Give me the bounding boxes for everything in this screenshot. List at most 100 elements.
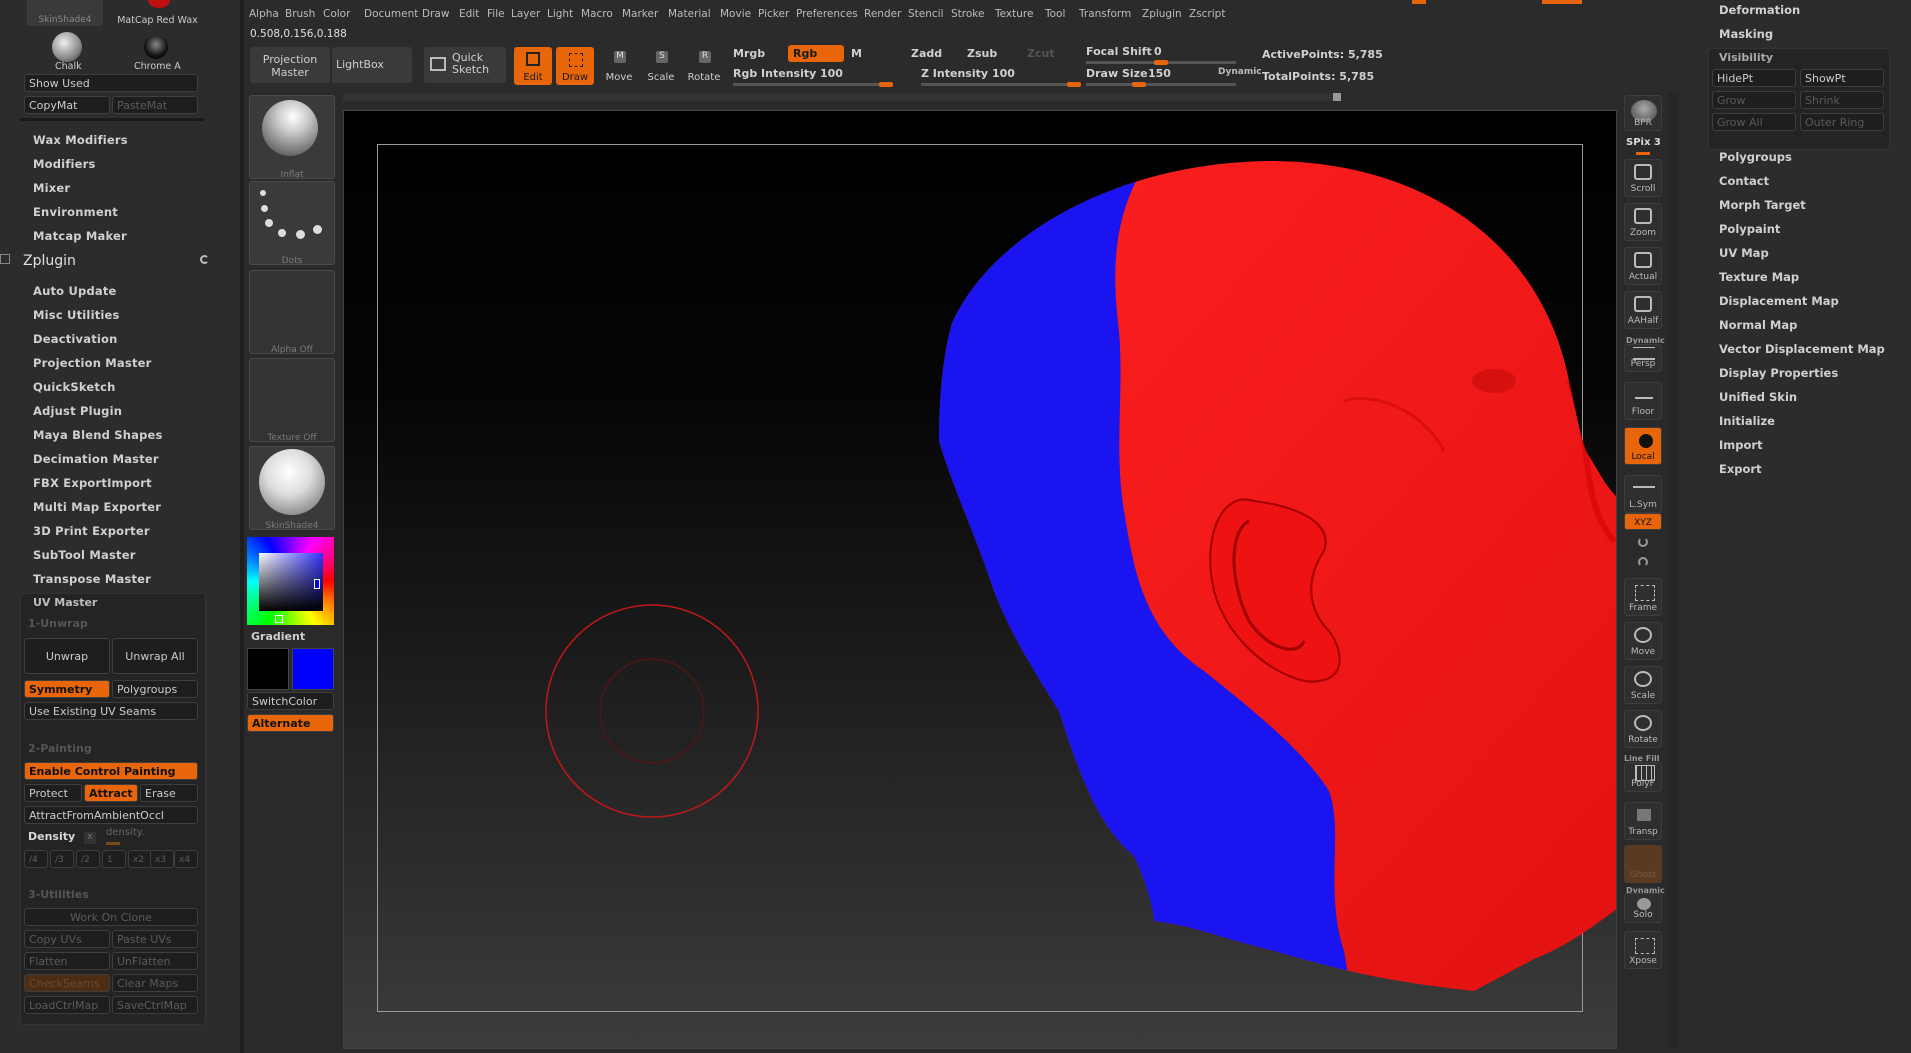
zsub-button[interactable]: Zsub [967,47,997,60]
menu-polypaint[interactable]: Polypaint [1719,222,1780,236]
menu-subtool-master[interactable]: SubTool Master [33,548,136,562]
spix-label[interactable]: SPix 3 [1626,137,1661,148]
menu-multi-map-exporter[interactable]: Multi Map Exporter [33,500,161,514]
draw-button[interactable]: Draw [556,47,594,85]
solo-button[interactable]: Solo [1624,893,1662,923]
menu-stencil[interactable]: Stencil [908,8,944,20]
work-on-clone-button[interactable]: Work On Clone [24,908,198,926]
menu-projection-master[interactable]: Projection Master [33,356,152,370]
menu-color[interactable]: Color [323,8,350,20]
menu-uv-map[interactable]: UV Map [1719,246,1769,260]
density-x2[interactable]: x2 [128,850,152,868]
density-x3[interactable]: x3 [150,850,174,868]
menu-displacement-map[interactable]: Displacement Map [1719,294,1839,308]
lightbox-button[interactable]: LightBox [332,47,412,83]
rotate-button[interactable]: R Rotate [685,47,723,85]
polygroups-toggle[interactable]: Polygroups [112,680,198,698]
transp-button[interactable]: Transp [1624,802,1662,840]
scroll-button[interactable]: Scroll [1624,159,1662,197]
menu-tool[interactable]: Tool [1045,8,1065,20]
menu-picker[interactable]: Picker [758,8,789,20]
menu-auto-update[interactable]: Auto Update [33,284,117,298]
frame-button[interactable]: Frame [1624,578,1662,616]
rgb-button[interactable]: Rgb [788,45,844,62]
menu-quicksketch[interactable]: QuickSketch [33,380,116,394]
floor-button[interactable]: Floor [1624,382,1662,420]
checkseams-button[interactable]: CheckSeams [24,974,110,992]
chrome-material-icon[interactable] [144,35,168,59]
rotate-view-button[interactable]: Rotate [1624,710,1662,748]
quick-sketch-button[interactable]: Quick Sketch [424,47,506,83]
focal-shift-slider[interactable] [1086,60,1236,65]
ghost-button[interactable]: Ghost [1624,845,1662,883]
bpr-button[interactable]: BPR [1624,95,1662,131]
local-button[interactable]: Local [1624,427,1662,465]
rgb-intensity-slider[interactable] [733,82,893,87]
tray-separator[interactable] [1668,92,1678,1047]
menu-contact[interactable]: Contact [1719,174,1769,188]
density-slider-knob[interactable] [106,842,120,845]
density-third[interactable]: /3 [50,850,74,868]
hidept-button[interactable]: HidePt [1712,69,1796,87]
m-button[interactable]: M [851,47,862,60]
menu-deformation[interactable]: Deformation [1719,3,1800,17]
grow-all-button[interactable]: Grow All [1712,113,1796,131]
load-ctrl-map-button[interactable]: LoadCtrlMap [24,996,110,1014]
material-thumbnail[interactable]: SkinShade4 [249,446,335,531]
menu-modifiers[interactable]: Modifiers [33,157,96,171]
menu-unified-skin[interactable]: Unified Skin [1719,390,1797,404]
menu-masking[interactable]: Masking [1719,27,1773,41]
hue-cursor[interactable] [314,579,320,589]
zadd-button[interactable]: Zadd [911,47,942,60]
head-model-svg[interactable] [344,111,1616,1048]
menu-mixer[interactable]: Mixer [33,181,70,195]
erase-button[interactable]: Erase [140,784,198,802]
save-ctrl-map-button[interactable]: SaveCtrlMap [112,996,198,1014]
lsym-button[interactable]: L.Sym [1624,475,1662,513]
menu-decimation-master[interactable]: Decimation Master [33,452,159,466]
menu-zplugin[interactable]: Zplugin [1142,8,1182,20]
secondary-color-swatch[interactable] [292,648,334,690]
menu-texture[interactable]: Texture [995,8,1033,20]
material-thumb-redwax[interactable]: MatCap Red Wax [110,0,205,26]
copymat-button[interactable]: CopyMat [24,96,110,114]
alpha-thumbnail[interactable]: Alpha Off [249,270,335,355]
menu-environment[interactable]: Environment [33,205,118,219]
refresh-icon[interactable] [200,255,209,264]
menu-vector-displacement-map[interactable]: Vector Displacement Map [1719,342,1885,356]
use-existing-seams-toggle[interactable]: Use Existing UV Seams [24,702,198,720]
visibility-title[interactable]: Visibility [1719,51,1773,64]
outer-ring-button[interactable]: Outer Ring [1800,113,1884,131]
slider-knob[interactable] [879,82,893,87]
zcut-button[interactable]: Zcut [1027,47,1055,60]
menu-misc-utilities[interactable]: Misc Utilities [33,308,120,322]
enable-control-painting-toggle[interactable]: Enable Control Painting [24,762,198,780]
main-color-swatch[interactable] [247,648,289,690]
menu-layer[interactable]: Layer [511,8,540,20]
brush-thumbnail[interactable]: Inflat [249,95,335,180]
uv-master-title[interactable]: UV Master [33,596,97,609]
mrgb-button[interactable]: Mrgb [733,47,765,60]
attract-button[interactable]: Attract [84,784,138,802]
zplugin-title[interactable]: Zplugin [23,253,76,269]
menu-normal-map[interactable]: Normal Map [1719,318,1797,332]
menu-export[interactable]: Export [1719,462,1762,476]
alternate-toggle[interactable]: Alternate [247,714,334,732]
tray-separator[interactable] [240,0,244,1053]
dynamic-toggle[interactable]: Dynamic [1218,67,1262,77]
paste-uvs-button[interactable]: Paste UVs [112,930,198,948]
chalk-material-icon[interactable] [52,32,82,62]
menu-texture-map[interactable]: Texture Map [1719,270,1799,284]
menu-brush[interactable]: Brush [285,8,315,20]
density-slider[interactable]: density. [104,826,198,846]
switch-color-button[interactable]: SwitchColor [247,692,334,710]
menu-display-properties[interactable]: Display Properties [1719,366,1838,380]
z-intensity-slider[interactable] [921,82,1081,87]
slider-knob[interactable] [1154,60,1168,65]
xyz-button[interactable]: XYZ [1624,513,1662,530]
xpose-button[interactable]: Xpose [1624,931,1662,969]
move-view-button[interactable]: Move [1624,622,1662,660]
drag-handle-icon[interactable] [0,254,10,264]
menu-fbx-exportimport[interactable]: FBX ExportImport [33,476,152,490]
menu-file[interactable]: File [487,8,505,20]
